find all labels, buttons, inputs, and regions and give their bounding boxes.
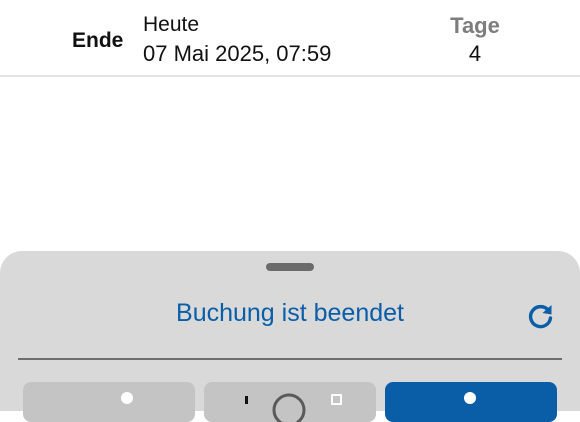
- booking-end-row: Ende Heute 07 Mai 2025, 07:59 Tage 4: [0, 0, 580, 77]
- end-label: Ende: [72, 29, 124, 52]
- lock-icon: [245, 393, 342, 422]
- sheet-drag-handle[interactable]: [266, 263, 314, 271]
- refresh-icon: [528, 305, 553, 329]
- days-value: 4: [468, 41, 482, 66]
- booking-status-sheet: Buchung ist beendet: [0, 251, 580, 422]
- action-button-2[interactable]: [204, 382, 376, 422]
- person-icon: [464, 392, 476, 404]
- end-day: Heute: [143, 13, 200, 36]
- action-button-3[interactable]: [385, 382, 557, 422]
- sheet-divider: [18, 358, 562, 360]
- days-label: Tage: [450, 13, 500, 38]
- refresh-button[interactable]: [526, 301, 556, 331]
- person-icon: [121, 392, 133, 404]
- booking-status-title: Buchung ist beendet: [176, 299, 404, 327]
- end-datetime: 07 Mai 2025, 07:59: [143, 41, 332, 66]
- action-button-1[interactable]: [23, 382, 195, 422]
